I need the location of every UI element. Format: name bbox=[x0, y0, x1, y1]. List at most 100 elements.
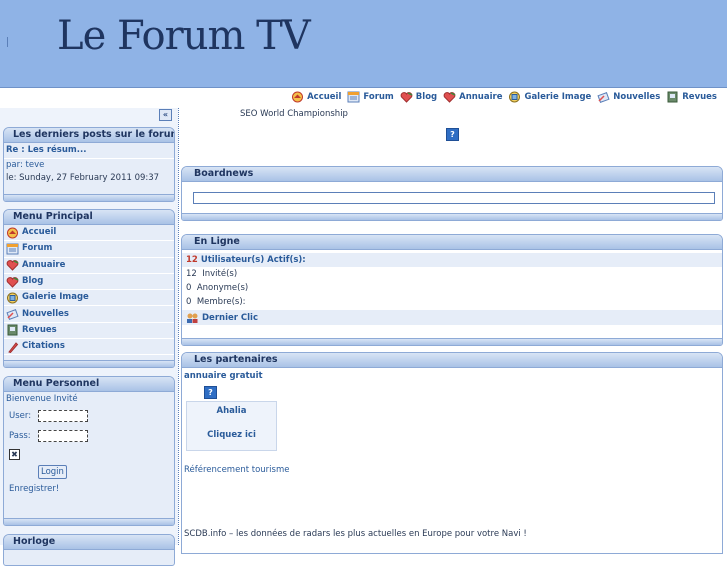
nav-item-accueil[interactable]: Accueil bbox=[291, 91, 341, 103]
menu-item-forum[interactable]: Forum bbox=[4, 241, 174, 258]
news-icon bbox=[6, 309, 19, 321]
menu-item-accueil[interactable]: Accueil bbox=[4, 225, 174, 242]
help-button[interactable]: ? bbox=[446, 128, 459, 141]
gallery-icon bbox=[509, 91, 521, 103]
annuaire-gratuit-link[interactable]: annuaire gratuit bbox=[182, 370, 722, 383]
help-icon: ? bbox=[446, 128, 459, 141]
user-input[interactable] bbox=[38, 410, 88, 422]
menu-item-citations[interactable]: Citations bbox=[4, 339, 174, 356]
nav-item-galerie-image[interactable]: Galerie Image bbox=[508, 91, 591, 103]
book-icon bbox=[667, 91, 678, 103]
partners-box: Les partenaires annuaire gratuit ? Ahali… bbox=[181, 352, 723, 554]
latest-post-link[interactable]: Re : Les résum... bbox=[4, 143, 174, 159]
remember-row: ✖ bbox=[4, 446, 174, 462]
active-users-row: 12 Utilisateur(s) Actif(s): bbox=[182, 253, 722, 267]
gallery-icon bbox=[7, 292, 18, 304]
box-footer bbox=[182, 338, 722, 345]
personal-menu-box: Menu Personnel Bienvenue Invité User: Pa… bbox=[3, 376, 175, 526]
last-click-link[interactable]: Dernier Clic bbox=[182, 310, 722, 325]
main-menu-box: Menu Principal Accueil Forum Annuaire Bl… bbox=[3, 209, 175, 368]
guests-count: 12 bbox=[186, 269, 197, 279]
nav-item-revues[interactable]: Revues bbox=[666, 91, 717, 103]
user-row: User: bbox=[9, 406, 174, 426]
online-box: En Ligne 12 Utilisateur(s) Actif(s): 12 … bbox=[181, 234, 723, 346]
menu-label: Accueil bbox=[22, 227, 57, 238]
menu-label: Forum bbox=[22, 243, 53, 254]
help-icon: ? bbox=[204, 386, 217, 399]
remember-checkbox[interactable]: ✖ bbox=[9, 448, 20, 460]
welcome-text: Bienvenue Invité bbox=[6, 394, 78, 404]
forum-icon bbox=[347, 91, 360, 103]
nav-item-annuaire[interactable]: Annuaire bbox=[443, 91, 502, 103]
main-menu-title: Menu Principal bbox=[4, 210, 174, 225]
login-row: Login bbox=[4, 462, 174, 482]
menu-item-annuaire[interactable]: Annuaire bbox=[4, 258, 174, 274]
nav-label: Accueil bbox=[307, 92, 342, 102]
guests-row: 12 Invité(s) bbox=[182, 267, 722, 281]
register-link[interactable]: Enregistrer! bbox=[4, 482, 174, 496]
online-title: En Ligne bbox=[182, 235, 722, 250]
menu-label: Blog bbox=[22, 276, 44, 287]
nav-item-blog[interactable]: Blog bbox=[400, 91, 437, 103]
pass-input[interactable] bbox=[38, 430, 88, 442]
pen-icon bbox=[8, 341, 19, 353]
boardnews-title: Boardnews bbox=[182, 167, 722, 182]
last-click-label: Dernier Clic bbox=[202, 312, 258, 323]
home-icon bbox=[7, 227, 18, 239]
nav-label: Revues bbox=[682, 92, 717, 102]
menu-label: Revues bbox=[22, 324, 57, 335]
box-footer bbox=[4, 518, 174, 525]
members-count: 0 bbox=[186, 297, 192, 307]
box-footer bbox=[182, 213, 722, 220]
latest-posts-box: Les derniers posts sur le forum Re : Les… bbox=[3, 127, 175, 202]
personal-menu-title: Menu Personnel bbox=[4, 377, 174, 392]
ahalia-banner[interactable]: Ahalia Cliquez ici bbox=[186, 401, 277, 451]
nav-label: Nouvelles bbox=[613, 92, 661, 102]
menu-item-revues[interactable]: Revues bbox=[4, 323, 174, 340]
nav-item-nouvelles[interactable]: Nouvelles bbox=[597, 91, 660, 103]
active-users-label: Utilisateur(s) Actif(s): bbox=[200, 255, 306, 265]
menu-item-galerie-image[interactable]: Galerie Image bbox=[4, 290, 174, 307]
members-label: Membre(s): bbox=[196, 297, 246, 307]
pass-label: Pass: bbox=[9, 431, 31, 441]
menu-label: Nouvelles bbox=[22, 308, 69, 319]
heart-icon bbox=[6, 276, 19, 288]
latest-post-author: par: teve bbox=[6, 160, 45, 170]
pass-row: Pass: bbox=[9, 426, 174, 446]
heart-icon bbox=[6, 260, 19, 271]
home-icon bbox=[292, 91, 304, 103]
menu-item-blog[interactable]: Blog bbox=[4, 274, 174, 291]
guests-label: Invité(s) bbox=[202, 269, 238, 279]
site-title: Le Forum TV bbox=[57, 13, 311, 59]
latest-post-date: le: Sunday, 27 February 2011 09:37 bbox=[6, 173, 160, 183]
user-label: User: bbox=[9, 411, 32, 421]
tourisme-link[interactable]: Référencement tourisme bbox=[182, 464, 722, 477]
partners-title: Les partenaires bbox=[182, 353, 722, 368]
clock-box: Horloge bbox=[3, 534, 175, 566]
boardnews-box: Boardnews bbox=[181, 166, 723, 221]
nav-label: Galerie Image bbox=[524, 92, 592, 102]
top-navigation: Accueil Forum Blog Annuaire Galerie Imag… bbox=[0, 88, 727, 108]
seo-championship-link[interactable]: SEO World Championship bbox=[240, 108, 348, 121]
box-footer bbox=[4, 194, 174, 201]
nav-label: Forum bbox=[363, 92, 394, 102]
anonymous-row: 0 Anonyme(s) bbox=[182, 281, 722, 295]
menu-label: Annuaire bbox=[22, 259, 66, 270]
book-icon bbox=[7, 324, 18, 336]
heart-icon bbox=[443, 92, 456, 103]
nav-item-forum[interactable]: Forum bbox=[347, 91, 394, 103]
nav-label: Blog bbox=[415, 92, 438, 102]
anonymous-count: 0 bbox=[186, 283, 192, 293]
collapse-sidebar-button[interactable]: « bbox=[159, 109, 172, 121]
menu-label: Galerie Image bbox=[22, 292, 89, 303]
menu-item-nouvelles[interactable]: Nouvelles bbox=[4, 306, 174, 323]
column-divider bbox=[178, 108, 179, 545]
scdb-link[interactable]: SCDB.info – les données de radars les pl… bbox=[184, 528, 527, 541]
news-icon bbox=[597, 92, 610, 103]
latest-posts-title: Les derniers posts sur le forum bbox=[4, 128, 174, 143]
partner-help-button[interactable]: ? bbox=[204, 386, 722, 399]
login-button[interactable]: Login bbox=[38, 465, 67, 479]
nav-label: Annuaire bbox=[459, 92, 503, 102]
members-row: 0 Membre(s): bbox=[182, 295, 722, 309]
ahalia-cta: Cliquez ici bbox=[207, 430, 256, 440]
